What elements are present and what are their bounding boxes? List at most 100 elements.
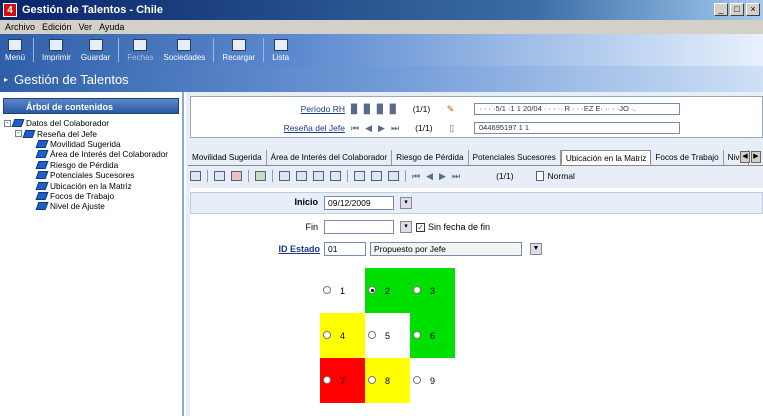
- menu-button-label: Menú: [5, 52, 26, 62]
- calendar-icon: [133, 38, 148, 51]
- save-button[interactable]: Guardar: [81, 38, 110, 62]
- new-record-icon[interactable]: [214, 171, 225, 181]
- matrix-cell[interactable]: 2: [365, 268, 410, 313]
- menu-edicion[interactable]: Edición: [42, 22, 72, 32]
- first-record-icon[interactable]: ⏮: [412, 171, 420, 182]
- matrix-cell[interactable]: 8: [365, 358, 410, 403]
- tree-item-label: Reseña del Jefe: [37, 128, 97, 139]
- tree-item[interactable]: Movilidad Sugerida: [0, 139, 182, 149]
- document-icon: [535, 171, 544, 181]
- matrix-cell[interactable]: 1: [320, 268, 365, 313]
- tab-focos[interactable]: Focos de Trabajo: [651, 150, 724, 165]
- next-record-icon[interactable]: ▶: [378, 123, 385, 134]
- grid-icon[interactable]: [190, 171, 201, 181]
- menu-button[interactable]: Menú: [5, 38, 26, 62]
- maximize-button[interactable]: □: [730, 3, 744, 16]
- last-record-icon[interactable]: ▉: [390, 104, 397, 115]
- copy-icon[interactable]: [371, 171, 382, 181]
- tab-sucesores[interactable]: Potenciales Sucesores: [469, 150, 561, 165]
- matrix-cell[interactable]: 4: [320, 313, 365, 358]
- prev-record-icon[interactable]: ▉: [364, 104, 371, 115]
- tree-item[interactable]: Área de Interés del Colaborador: [0, 149, 182, 159]
- reload-button[interactable]: Recargar: [222, 38, 255, 62]
- matrix-radio[interactable]: [368, 376, 376, 384]
- matrix-radio[interactable]: [323, 331, 331, 339]
- view-mode[interactable]: Normal: [535, 171, 575, 181]
- tree-item[interactable]: Ubicación en la Matriz: [0, 180, 182, 191]
- paste-icon[interactable]: [388, 171, 399, 181]
- id-estado-link[interactable]: ID Estado: [250, 244, 320, 254]
- tab-ubicacion-matriz[interactable]: Ubicación en la Matriz: [560, 150, 652, 165]
- tree-item[interactable]: Riesgo de Pérdida: [0, 160, 182, 170]
- list-button[interactable]: Lista: [272, 38, 289, 62]
- calendar-icon[interactable]: ▾: [400, 197, 412, 209]
- find-icon[interactable]: [330, 171, 341, 181]
- matrix-cell[interactable]: 5: [365, 313, 410, 358]
- tab-riesgo[interactable]: Riesgo de Pérdida: [392, 150, 469, 165]
- menu-ver[interactable]: Ver: [79, 22, 93, 32]
- dates-button[interactable]: Fechas: [127, 38, 154, 62]
- cut-icon[interactable]: [354, 171, 365, 181]
- tree-item[interactable]: Potenciales Sucesores: [0, 170, 182, 180]
- periodo-field[interactable]: · · · ·5/1 ·1 1 20/04 · · · ·· R · · ·EZ…: [474, 103, 681, 115]
- next-record-icon[interactable]: ▉: [377, 104, 384, 115]
- id-estado-input[interactable]: 01: [324, 242, 366, 256]
- edit-icon[interactable]: ✎: [447, 104, 455, 115]
- matrix-radio[interactable]: [323, 286, 331, 294]
- tab-movilidad[interactable]: Movilidad Sugerida: [188, 150, 267, 165]
- prev-record-icon[interactable]: ◀: [426, 171, 433, 182]
- matrix-radio[interactable]: [323, 376, 331, 384]
- matrix-cell[interactable]: 7: [320, 358, 365, 403]
- tree-item[interactable]: - Reseña del Jefe: [0, 128, 182, 139]
- toolbar-separator: [405, 170, 406, 182]
- tab-scroll-left-icon[interactable]: ◀: [740, 151, 750, 163]
- filter-clear-icon[interactable]: [296, 171, 307, 181]
- close-button[interactable]: ×: [746, 3, 760, 16]
- tree-item[interactable]: Focos de Trabajo: [0, 191, 182, 201]
- sin-fecha-checkbox[interactable]: ✓: [416, 223, 425, 232]
- last-record-icon[interactable]: ⏭: [452, 171, 460, 182]
- save-icon: [88, 38, 103, 51]
- chevron-right-icon[interactable]: ▸: [4, 75, 8, 84]
- tree-item-label: Datos del Colaborador: [26, 118, 110, 129]
- menu-ayuda[interactable]: Ayuda: [99, 22, 124, 32]
- toolbar-separator: [272, 170, 273, 182]
- tab-area-interes[interactable]: Área de Interés del Colaborador: [267, 150, 393, 165]
- tree-item[interactable]: Nivel de Ajuste: [0, 201, 182, 211]
- lookup-icon[interactable]: ▼: [530, 243, 542, 255]
- matrix-radio[interactable]: [368, 331, 376, 339]
- tree-expander-icon[interactable]: -: [4, 119, 11, 127]
- calendar-icon[interactable]: ▾: [400, 221, 412, 233]
- matrix-cell[interactable]: 3: [410, 268, 455, 313]
- next-record-icon[interactable]: ▶: [439, 171, 446, 182]
- tree-expander-icon[interactable]: -: [15, 130, 22, 138]
- prev-record-icon[interactable]: ◀: [365, 123, 372, 134]
- first-record-icon[interactable]: ▉: [351, 104, 358, 115]
- companies-button[interactable]: Sociedades: [164, 38, 205, 62]
- matrix-radio[interactable]: [368, 286, 376, 294]
- minimize-button[interactable]: _: [714, 3, 728, 16]
- matrix-radio[interactable]: [413, 286, 421, 294]
- document-icon[interactable]: ▯: [449, 123, 454, 134]
- undo-icon[interactable]: [255, 171, 266, 181]
- tree-list: - Datos del Colaborador - Reseña del Jefe Mo…: [0, 118, 182, 212]
- delete-icon[interactable]: [231, 171, 242, 181]
- tree-node-icon: [35, 171, 49, 180]
- inicio-input[interactable]: 09/12/2009: [324, 196, 394, 210]
- print-button[interactable]: Imprimir: [42, 38, 71, 62]
- tree-item[interactable]: - Datos del Colaborador: [0, 118, 182, 128]
- matrix-radio[interactable]: [413, 376, 421, 384]
- periodo-link[interactable]: Período RH: [191, 104, 351, 114]
- tab-scroll-right-icon[interactable]: ▶: [751, 151, 761, 163]
- filter-icon[interactable]: [279, 171, 290, 181]
- first-record-icon[interactable]: ⏮: [351, 123, 359, 134]
- fin-input[interactable]: [324, 220, 394, 234]
- matrix-cell[interactable]: 6: [410, 313, 455, 358]
- matrix-cell[interactable]: 9: [410, 358, 455, 403]
- last-record-icon[interactable]: ⏭: [391, 123, 399, 134]
- sort-icon[interactable]: [313, 171, 324, 181]
- menu-archivo[interactable]: Archivo: [5, 22, 35, 32]
- resena-link[interactable]: Reseña del Jefe: [191, 123, 351, 133]
- resena-field[interactable]: 044695197 1 1: [474, 122, 681, 134]
- matrix-radio[interactable]: [413, 331, 421, 339]
